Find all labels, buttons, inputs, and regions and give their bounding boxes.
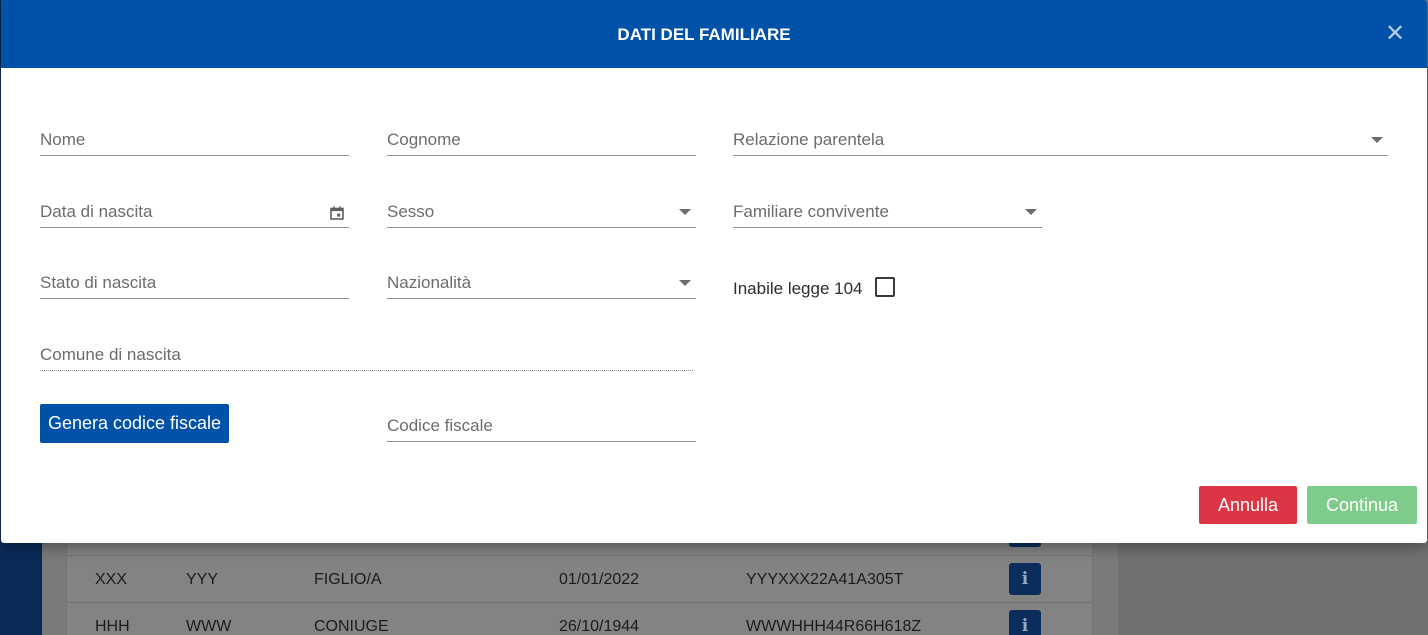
inabile-legge-104-checkbox[interactable]: [875, 277, 895, 297]
nome-field[interactable]: Nome: [40, 112, 349, 156]
cell-relazione: FIGLIO/A: [314, 571, 382, 588]
info-icon[interactable]: i: [1009, 563, 1041, 595]
table-row: XXX YYY FIGLIO/A 01/01/2022 YYYXXX22A41A…: [67, 555, 1092, 601]
cell-codice-fiscale: YYYXXX22A41A305T: [746, 571, 904, 588]
continua-button[interactable]: Continua: [1307, 486, 1417, 524]
dialog-header: DATI DEL FAMILIARE ✕: [1, 0, 1427, 68]
cell-nome: XXX: [95, 571, 128, 588]
sesso-select[interactable]: Sesso: [387, 184, 696, 228]
codice-fiscale-field[interactable]: Codice fiscale: [387, 398, 696, 442]
nome-label: Nome: [40, 130, 86, 149]
codice-fiscale-label: Codice fiscale: [387, 416, 493, 435]
cell-codice-fiscale: WWWHHH44R66H618Z: [746, 618, 922, 635]
info-icon[interactable]: i: [1009, 610, 1041, 635]
calendar-icon[interactable]: [330, 206, 344, 220]
family-member-dialog: DATI DEL FAMILIARE ✕ Nome Cognome Relazi…: [1, 0, 1427, 543]
stato-nascita-field[interactable]: Stato di nascita: [40, 255, 349, 299]
relazione-parentela-select[interactable]: Relazione parentela: [733, 112, 1388, 156]
stato-nascita-label: Stato di nascita: [40, 273, 157, 292]
comune-nascita-label: Comune di nascita: [40, 345, 181, 364]
familiare-convivente-select[interactable]: Familiare convivente: [733, 184, 1042, 228]
nazionalita-select[interactable]: Nazionalità: [387, 255, 696, 299]
cell-cognome: WWW: [186, 618, 232, 635]
chevron-down-icon: [1371, 137, 1383, 143]
close-icon[interactable]: ✕: [1383, 22, 1407, 46]
data-nascita-label: Data di nascita: [40, 202, 153, 221]
inabile-legge-104-label: Inabile legge 104: [733, 279, 863, 298]
cell-nome: HHH: [95, 618, 130, 635]
chevron-down-icon: [679, 280, 691, 286]
cognome-field[interactable]: Cognome: [387, 112, 696, 156]
chevron-down-icon: [679, 209, 691, 215]
comune-nascita-field[interactable]: Comune di nascita: [40, 327, 693, 371]
cell-cognome: YYY: [186, 571, 219, 588]
cell-data-nascita: 01/01/2022: [559, 571, 640, 588]
chevron-down-icon: [1025, 209, 1037, 215]
dialog-title: DATI DEL FAMILIARE: [617, 25, 791, 44]
genera-codice-fiscale-button[interactable]: Genera codice fiscale: [40, 404, 229, 443]
cell-data-nascita: 26/10/1944: [559, 618, 640, 635]
cell-relazione: CONIUGE: [314, 618, 389, 635]
cognome-label: Cognome: [387, 130, 461, 149]
nazionalita-label: Nazionalità: [387, 273, 472, 292]
table-row: HHH WWW CONIUGE 26/10/1944 WWWHHH44R66H6…: [67, 602, 1092, 635]
relazione-parentela-label: Relazione parentela: [733, 130, 885, 149]
annulla-button[interactable]: Annulla: [1199, 486, 1297, 524]
sesso-label: Sesso: [387, 202, 435, 221]
familiare-convivente-label: Familiare convivente: [733, 202, 889, 221]
data-nascita-field[interactable]: Data di nascita: [40, 184, 349, 228]
